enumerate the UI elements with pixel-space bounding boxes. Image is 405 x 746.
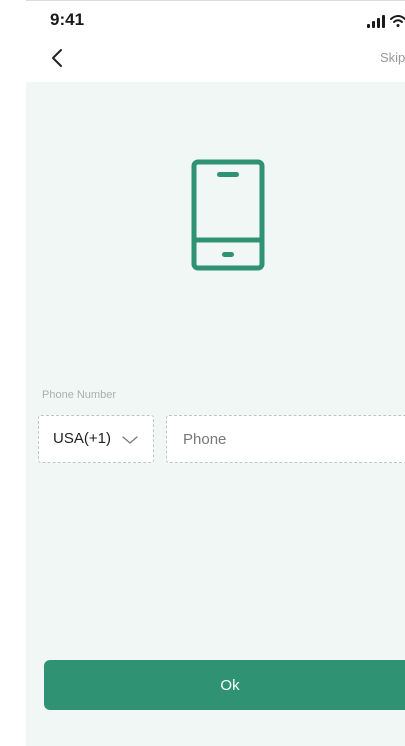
skip-button[interactable]: Skip — [380, 50, 405, 65]
navigation-bar: Skip — [26, 38, 405, 82]
country-code-select[interactable]: USA(+1) — [38, 415, 154, 463]
chevron-left-icon — [52, 49, 62, 67]
wifi-icon — [390, 15, 405, 27]
phone-verification-screen: 9:41 Skip Phone Number USA(+1) Phone Ok — [0, 0, 405, 746]
back-button[interactable] — [46, 46, 70, 70]
mobile-phone-icon — [190, 158, 266, 272]
status-bar: 9:41 — [26, 0, 405, 39]
status-icons — [367, 14, 405, 28]
country-code-value: USA(+1) — [53, 430, 111, 447]
ok-button[interactable]: Ok — [44, 660, 405, 710]
signal-icon — [367, 15, 385, 28]
phone-input[interactable] — [166, 415, 405, 463]
phone-number-label: Phone Number — [42, 389, 116, 401]
chevron-down-icon — [121, 433, 139, 445]
status-time: 9:41 — [50, 10, 85, 29]
content-area: Phone Number USA(+1) Ok — [26, 82, 405, 746]
